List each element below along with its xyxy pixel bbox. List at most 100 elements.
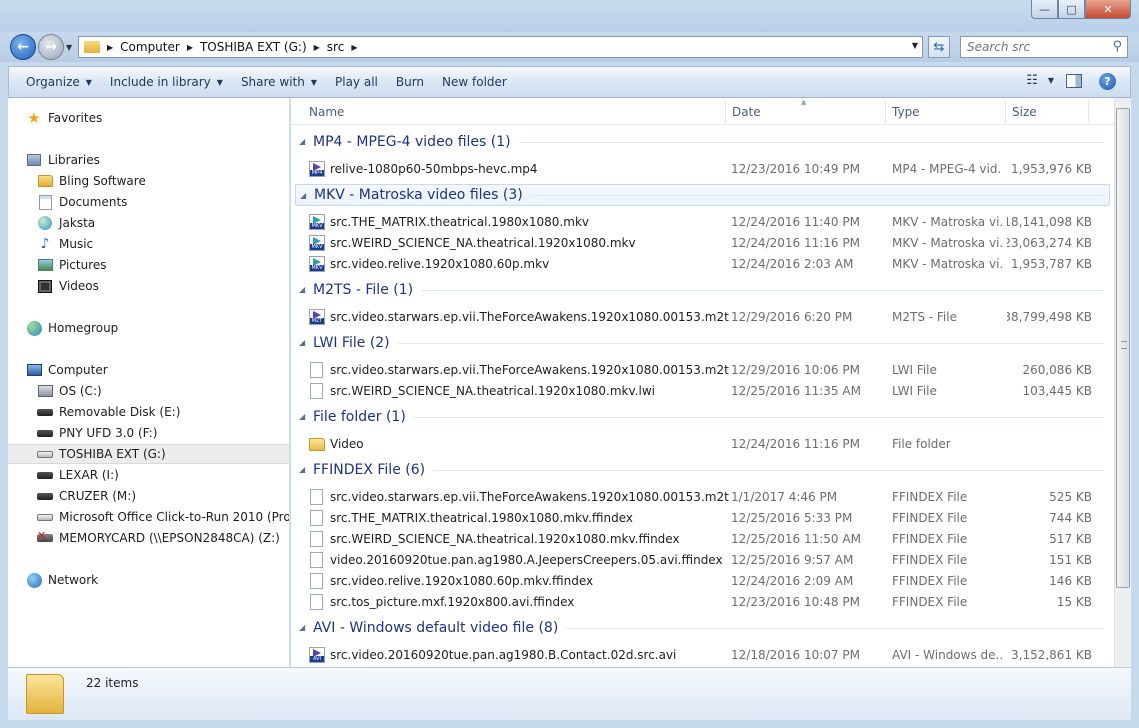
nav-label: Bling Software [59, 174, 146, 188]
grip-icon [1121, 341, 1127, 349]
chevron-right-icon[interactable]: ▶ [351, 43, 357, 52]
breadcrumb-drive[interactable]: TOSHIBA EXT (G:) [200, 40, 307, 54]
column-header-size[interactable]: Size [1004, 98, 1037, 125]
collapse-group-icon[interactable]: ◢ [299, 285, 305, 294]
nav-label: Homegroup [48, 321, 119, 335]
column-header-date[interactable]: Date [724, 98, 761, 125]
chevron-right-icon[interactable]: ▶ [314, 43, 320, 52]
breadcrumb-computer[interactable]: Computer [120, 40, 180, 54]
nav-library-videos[interactable]: Videos [8, 276, 289, 296]
organize-button[interactable]: Organize ▼ [17, 70, 101, 94]
chevron-right-icon[interactable]: ▶ [187, 43, 193, 52]
group-header[interactable]: ◢ FFINDEX File (6) [295, 459, 1110, 481]
nav-libraries[interactable]: Libraries [8, 150, 289, 170]
group-header[interactable]: ◢ LWI File (2) [295, 332, 1110, 354]
refresh-button[interactable]: ⇆ [928, 36, 950, 58]
file-size: 38,799,498 KB [1007, 309, 1092, 324]
search-input[interactable] [961, 37, 1101, 57]
nav-computer[interactable]: Computer [8, 360, 289, 380]
nav-drive-z[interactable]: MEMORYCARD (\\EPSON2848CA) (Z:) [8, 528, 289, 548]
nav-library-jaksta[interactable]: Jaksta [8, 213, 289, 233]
address-dropdown-icon[interactable]: ▼ [912, 41, 918, 50]
collapse-group-icon[interactable]: ◢ [300, 191, 306, 200]
file-date: 12/25/2016 9:57 AM [731, 552, 854, 567]
file-name-cell: relive-1080p60-50mbps-hevc.mp4 [309, 158, 729, 179]
file-row[interactable]: src.video.starwars.ep.vii.TheForceAwaken… [291, 359, 1114, 380]
file-row[interactable]: relive-1080p60-50mbps-hevc.mp4 12/23/2016… [291, 158, 1114, 179]
change-view-button[interactable]: ☷ ▼ [1026, 73, 1054, 88]
arrow-left-icon: ← [17, 39, 29, 55]
file-row[interactable]: Video 12/24/2016 11:16 PM File folder [291, 433, 1114, 454]
group-header[interactable]: ◢ M2TS - File (1) [295, 279, 1110, 301]
search-icon[interactable]: ⚲ [1112, 39, 1122, 54]
refresh-icon: ⇆ [933, 39, 945, 55]
vertical-scrollbar[interactable] [1114, 98, 1131, 667]
preview-pane-button[interactable] [1066, 74, 1082, 88]
file-name-cell: src.video.starwars.ep.vii.TheForceAwaken… [309, 306, 729, 327]
new-folder-button[interactable]: New folder [433, 70, 516, 94]
nav-drive-f[interactable]: PNY UFD 3.0 (F:) [8, 423, 289, 443]
nav-drive-office[interactable]: Microsoft Office Click-to-Run 2010 (Prot… [8, 507, 289, 527]
group-header[interactable]: ◢ MP4 - MPEG-4 video files (1) [295, 131, 1110, 153]
group-header[interactable]: ◢ AVI - Windows default video file (8) [295, 617, 1110, 639]
file-row[interactable]: src.video.20160920tue.pan.ag1980.B.Conta… [291, 644, 1114, 665]
nav-library-bling-software[interactable]: Bling Software [8, 171, 289, 191]
nav-drive-g[interactable]: TOSHIBA EXT (G:) [8, 444, 289, 464]
generic-file-icon [310, 488, 323, 505]
file-row[interactable]: src.tos_picture.mxf.1920x800.avi.ffindex… [291, 591, 1114, 612]
nav-library-pictures[interactable]: Pictures [8, 255, 289, 275]
scrollbar-thumb[interactable] [1116, 108, 1130, 588]
file-row[interactable]: src.video.relive.1920x1080.60p.mkv.ffind… [291, 570, 1114, 591]
nav-drive-c[interactable]: OS (C:) [8, 381, 289, 401]
file-row[interactable]: src.WEIRD_SCIENCE_NA.theatrical.1920x108… [291, 528, 1114, 549]
collapse-group-icon[interactable]: ◢ [299, 623, 305, 632]
chevron-right-icon[interactable]: ▶ [107, 43, 113, 52]
share-with-button[interactable]: Share with ▼ [232, 70, 326, 94]
help-button[interactable]: ? [1099, 73, 1116, 90]
recent-pages-dropdown[interactable]: ▼ [66, 43, 72, 52]
close-button[interactable]: ✕ [1085, 0, 1131, 19]
file-row[interactable]: src.WEIRD_SCIENCE_NA.theatrical.1920x108… [291, 232, 1114, 253]
column-header-name[interactable]: Name [301, 98, 344, 125]
file-row[interactable]: src.THE_MATRIX.theatrical.1980x1080.mkv 1… [291, 211, 1114, 232]
collapse-group-icon[interactable]: ◢ [299, 338, 305, 347]
virtual-drive-icon [37, 509, 53, 525]
search-box[interactable]: ⚲ [960, 36, 1128, 58]
file-date: 12/25/2016 11:50 AM [731, 531, 861, 546]
file-row[interactable]: src.THE_MATRIX.theatrical.1980x1080.mkv.… [291, 507, 1114, 528]
collapse-group-icon[interactable]: ◢ [299, 137, 305, 146]
column-header-type[interactable]: Type [884, 98, 920, 125]
file-type: AVI - Windows de... [892, 647, 1002, 662]
burn-button[interactable]: Burn [387, 70, 433, 94]
nav-library-music[interactable]: ♪ Music [8, 234, 289, 254]
include-in-library-button[interactable]: Include in library ▼ [101, 70, 232, 94]
file-row[interactable]: video.20160920tue.pan.ag1980.A.JeepersCr… [291, 549, 1114, 570]
group-header[interactable]: ◢ File folder (1) [295, 406, 1110, 428]
nav-drive-i[interactable]: LEXAR (I:) [8, 465, 289, 485]
group-title: MKV - Matroska video files (3) [314, 187, 523, 203]
column-divider[interactable] [1088, 100, 1089, 123]
file-row[interactable]: src.video.starwars.ep.vii.TheForceAwaken… [291, 306, 1114, 327]
group-header[interactable]: ◢ MKV - Matroska video files (3) [295, 184, 1110, 206]
file-row[interactable]: src.video.relive.1920x1080.60p.mkv 12/24/… [291, 253, 1114, 274]
forward-button[interactable]: → [38, 34, 64, 60]
nav-drive-m[interactable]: CRUZER (M:) [8, 486, 289, 506]
nav-drive-e[interactable]: Removable Disk (E:) [8, 402, 289, 422]
file-row[interactable]: src.WEIRD_SCIENCE_NA.theatrical.1920x108… [291, 380, 1114, 401]
collapse-group-icon[interactable]: ◢ [299, 465, 305, 474]
nav-homegroup[interactable]: Homegroup [8, 318, 289, 338]
file-row[interactable]: src.video.starwars.ep.vii.TheForceAwaken… [291, 486, 1114, 507]
nav-favorites[interactable]: ★ Favorites [8, 108, 289, 128]
breadcrumb-folder[interactable]: src [327, 40, 345, 54]
nav-network[interactable]: Network [8, 570, 289, 590]
burn-label: Burn [395, 75, 425, 89]
play-all-button[interactable]: Play all [326, 70, 387, 94]
nav-library-documents[interactable]: Documents [8, 192, 289, 212]
sort-indicator-icon: ▲ [801, 98, 807, 106]
address-bar[interactable]: ▶ Computer ▶ TOSHIBA EXT (G:) ▶ src ▶ ▼ [78, 36, 923, 58]
help-icon: ? [1104, 75, 1111, 88]
collapse-group-icon[interactable]: ◢ [299, 412, 305, 421]
back-button[interactable]: ← [10, 34, 36, 60]
minimize-button[interactable]: — [1031, 0, 1058, 19]
maximize-button[interactable]: □ [1058, 0, 1085, 19]
